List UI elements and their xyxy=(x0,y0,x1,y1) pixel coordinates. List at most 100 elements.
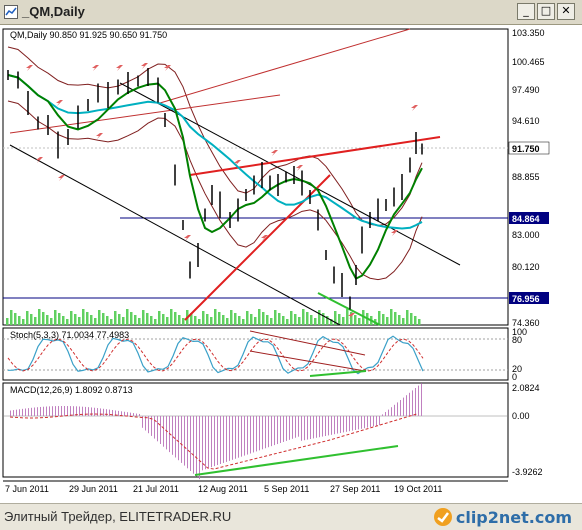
price-tick: 88.855 xyxy=(512,172,540,182)
macd-bar xyxy=(175,416,176,458)
macd-bar xyxy=(124,411,125,416)
volume-bar xyxy=(378,311,381,325)
volume-bar xyxy=(34,317,37,325)
volume-bar xyxy=(106,316,109,325)
macd-bar xyxy=(340,416,341,433)
macd-panel-frame xyxy=(2,382,509,478)
stoch-caption: Stoch(5,3,3) 71.0034 77.4983 xyxy=(10,330,129,340)
minimize-button[interactable]: _ xyxy=(517,3,535,20)
volume-bar xyxy=(234,313,237,325)
macd-bar xyxy=(304,416,305,441)
volume-bar xyxy=(298,317,301,325)
close-button[interactable]: ✕ xyxy=(557,3,575,20)
macd-bar xyxy=(283,416,284,442)
volume-bar xyxy=(150,316,153,325)
macd-bar xyxy=(256,416,257,452)
chart-area[interactable]: 103.350 100.465 97.490 94.610 88.855 83.… xyxy=(0,25,582,505)
volume-bar xyxy=(218,312,221,325)
volume-bar xyxy=(346,309,349,325)
volume-bar xyxy=(250,314,253,325)
macd-bar xyxy=(25,408,26,416)
date-label: 19 Oct 2011 xyxy=(394,484,442,494)
macd-bar xyxy=(31,407,32,416)
volume-bar xyxy=(318,310,321,325)
macd-bar xyxy=(274,416,275,446)
volume-bar xyxy=(138,318,141,325)
macd-bar xyxy=(235,416,236,459)
restore-button[interactable]: □ xyxy=(537,3,555,20)
macd-bar xyxy=(223,416,224,463)
macd-bar xyxy=(292,416,293,439)
macd-bar xyxy=(193,416,194,474)
macd-bar xyxy=(133,413,134,416)
macd-bar xyxy=(376,416,377,426)
macd-bar xyxy=(412,390,413,416)
macd-bar xyxy=(358,416,359,430)
macd-bar xyxy=(406,395,407,416)
volume-bar xyxy=(38,309,41,325)
price-tick: 83.000 xyxy=(512,230,540,240)
volume-bar xyxy=(14,313,17,325)
volume-bar xyxy=(206,314,209,325)
macd-bar xyxy=(400,400,401,416)
macd-bar xyxy=(163,416,164,447)
volume-bar xyxy=(262,312,265,325)
macd-bar xyxy=(385,412,386,416)
volume-bar xyxy=(294,314,297,325)
macd-bar xyxy=(262,416,263,450)
volume-bar xyxy=(94,318,97,325)
macd-bar xyxy=(106,409,107,416)
date-label: 27 Sep 2011 xyxy=(330,484,380,494)
volume-bar xyxy=(154,319,157,325)
price-panel-frame xyxy=(2,28,509,326)
volume-bar xyxy=(406,310,409,325)
volume-bar xyxy=(314,318,317,325)
macd-bar xyxy=(328,416,329,436)
clip2net-logo-icon xyxy=(433,508,452,526)
macd-bar xyxy=(313,416,314,439)
macd-bar xyxy=(421,383,422,416)
macd-tick: 0.00 xyxy=(512,411,530,421)
macd-bar xyxy=(373,416,374,427)
stoch-tick: 80 xyxy=(512,335,522,345)
volume-bar xyxy=(178,315,181,325)
macd-bar xyxy=(172,416,173,455)
macd-bar xyxy=(154,416,155,439)
macd-bar xyxy=(118,410,119,416)
macd-bar xyxy=(40,406,41,416)
macd-bar xyxy=(139,413,140,416)
chart-canvas[interactable]: 103.350 100.465 97.490 94.610 88.855 83.… xyxy=(0,25,582,505)
macd-bar xyxy=(388,409,389,416)
volume-bar xyxy=(86,312,89,325)
macd-bar xyxy=(61,406,62,416)
macd-bar xyxy=(130,412,131,416)
price-tick: 97.490 xyxy=(512,85,540,95)
price-tick: 94.610 xyxy=(512,116,540,126)
macd-bar xyxy=(370,416,371,427)
macd-bar xyxy=(94,407,95,416)
volume-bar xyxy=(402,318,405,325)
macd-bar xyxy=(196,416,197,477)
volume-bar xyxy=(214,309,217,325)
volume-bar xyxy=(102,313,105,325)
volume-bar xyxy=(194,316,197,325)
volume-bar xyxy=(42,312,45,325)
volume-bar xyxy=(354,315,357,325)
macd-bar xyxy=(268,416,269,448)
window-titlebar: _QM,Daily _ □ ✕ xyxy=(0,0,582,25)
volume-bar xyxy=(398,315,401,325)
clip2net-brand[interactable]: clip2net.com xyxy=(433,507,572,527)
macd-bar xyxy=(220,416,221,464)
price-tick: 103.350 xyxy=(512,28,545,38)
price-tick: 80.120 xyxy=(512,262,540,272)
macd-bar xyxy=(325,416,326,436)
macd-bar xyxy=(361,416,362,429)
volume-bar xyxy=(278,313,281,325)
price-tick: 100.465 xyxy=(512,57,545,67)
macd-caption: MACD(12,26,9) 1.8092 0.8713 xyxy=(10,385,133,395)
volume-bar xyxy=(246,311,249,325)
volume-bar xyxy=(134,315,137,325)
volume-bar xyxy=(118,314,121,325)
volume-bar xyxy=(310,315,313,325)
macd-bar xyxy=(298,416,299,437)
